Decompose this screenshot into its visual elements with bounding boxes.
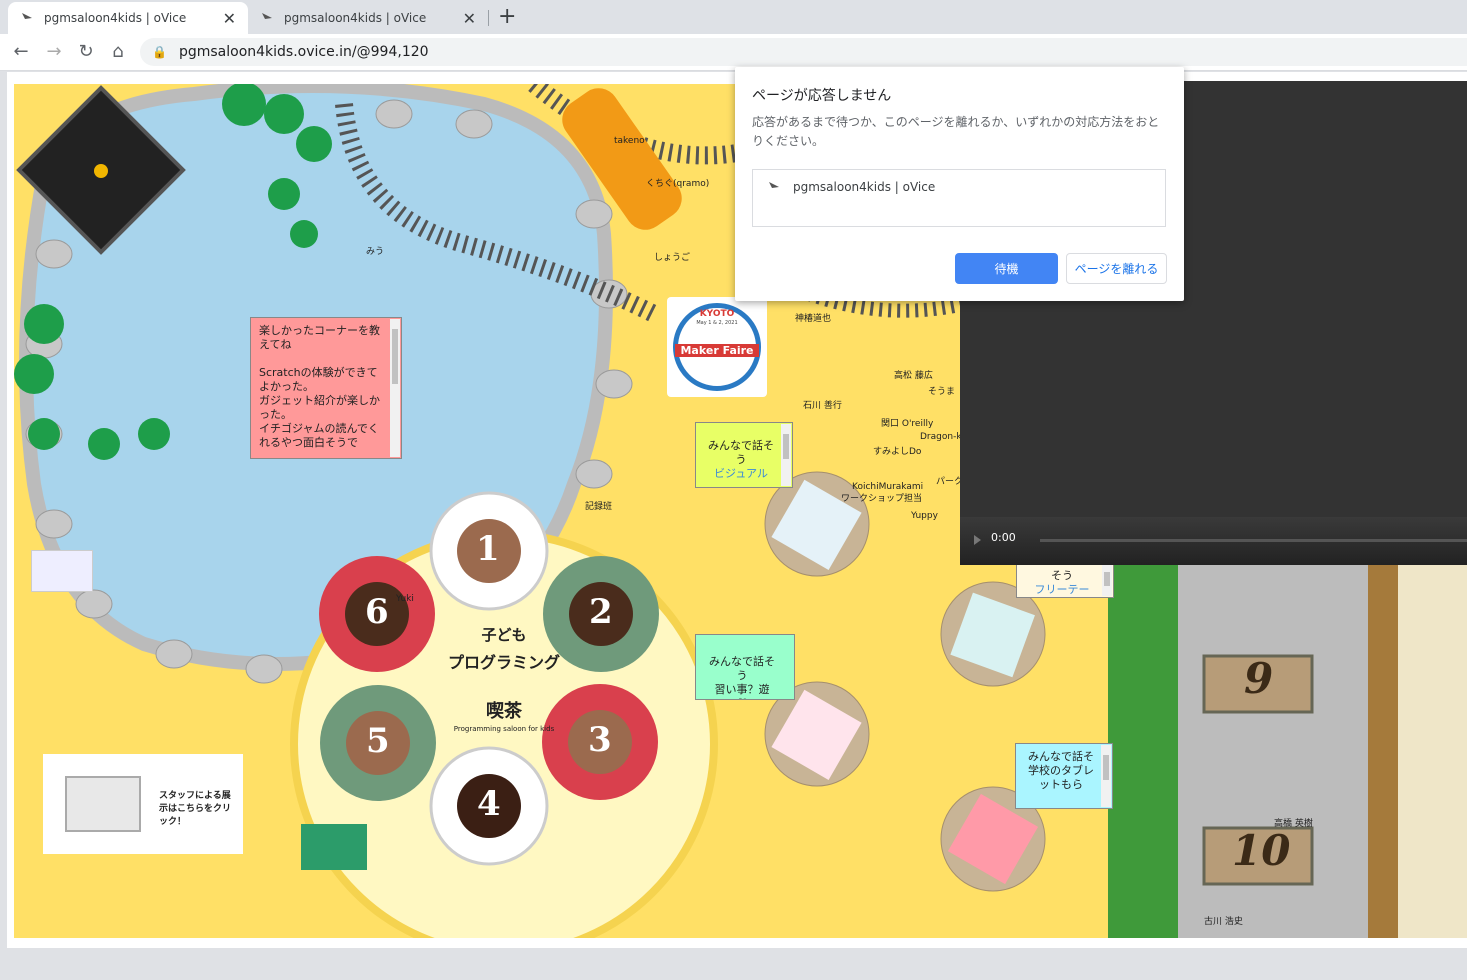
tab-strip: pgmsaloon4kids | oVice ✕ pgmsaloon4kids … [0,0,1467,34]
leave-page-button[interactable]: ページを離れる [1066,253,1167,284]
new-tab-button[interactable]: + [498,4,516,29]
ovice-favicon-icon [22,13,32,19]
cafe-sign: 子ども プログラミング 喫茶 Programming saloon for ki… [439,624,569,733]
dialog-page-item: pgmsaloon4kids | oVice [767,180,935,194]
avatar-label[interactable]: Yuppy [911,511,938,521]
feedback-note-text: 楽しかったコーナーを教えてね Scratchの体験ができてよかった。 ガジェット… [259,324,380,449]
forward-icon[interactable]: → [42,40,66,64]
dialog-title: ページが応答しません [752,88,892,104]
avatar-label[interactable]: 石川 善行 [803,398,842,411]
video-time: 0:00 [991,531,1016,544]
tab-2[interactable]: pgmsaloon4kids | oVice ✕ [248,2,488,34]
table-10-number: 10 [1232,826,1291,875]
staff-banner-text: スタッフによる展示はこちらをクリック！ [159,791,232,827]
dialog-page-list: pgmsaloon4kids | oVice [752,169,1166,227]
cup-2-number: 2 [589,592,613,632]
note-scrollbar[interactable] [781,424,791,486]
hedge [1108,554,1178,938]
avatar-label[interactable]: くちぐ(qramo) [646,176,709,189]
cup-1-number: 1 [476,529,500,569]
cup-6-number: 6 [365,592,389,632]
play-icon[interactable] [974,535,981,545]
maker-faire-badge[interactable]: KYOTO May 1 & 2, 2021 Maker Faire [667,297,767,397]
table-9-number: 9 [1244,654,1274,703]
video-controls: 0:00 [960,517,1467,565]
tatami-area [1398,564,1467,938]
tab-1-title: pgmsaloon4kids | oVice [44,11,187,25]
avatar-label[interactable]: 関口 O'reilly [881,416,933,429]
cup-3-number: 3 [588,720,612,760]
poster-thumbnail[interactable] [301,824,367,870]
avatar-label[interactable]: 古川 浩史 [1204,914,1243,927]
note-scrollbar[interactable] [1101,745,1111,807]
note-scrollbar[interactable] [390,319,400,457]
avatar-label[interactable]: しょうご [654,250,690,263]
avatar-label[interactable]: 高橋 英樹 [1274,816,1313,829]
talk-free-text: そう [1051,569,1073,582]
video-progress[interactable] [1040,539,1467,542]
avatar-label[interactable]: そうま [928,384,955,397]
talk-free-link[interactable]: フリーテー [1025,583,1099,597]
maker-faire-date: May 1 & 2, 2021 [696,320,738,326]
avatar-label[interactable]: パーク [936,474,963,487]
avatar-label[interactable]: ワークショップ担当 [841,491,922,504]
staff-exhibit-banner[interactable]: スタッフによる展示はこちらをクリック！ [43,754,243,854]
talk-tablet-text: みんなで話そ 学校のタブレットもら [1028,750,1094,791]
talk-visual-note[interactable]: みんなで話そう ビジュアル [695,422,793,488]
avatar-label[interactable]: 記録班 [585,499,612,512]
talk-lessons-note[interactable]: みんなで話そう 習い事？遊び？ [695,634,795,700]
dialog-message: 応答があるまで待つか、このページを離れるか、いずれかの対応方法をおとりください。 [752,115,1160,148]
talk-lessons-text: みんなで話そう 習い事？遊び？ [709,655,775,699]
close-icon[interactable]: ✕ [463,9,476,28]
talk-free-note[interactable]: そう フリーテー [1016,560,1114,598]
talk-visual-text: みんなで話そう [708,439,774,466]
avatar-label[interactable]: 高松 藤広 [894,368,933,381]
wait-button[interactable]: 待機 [955,253,1058,284]
reload-icon[interactable]: ↻ [74,40,98,64]
ovice-favicon-icon [769,182,779,188]
screens-icon [65,776,141,832]
avatar-label[interactable]: すみよしDo [873,444,921,457]
talk-tablet-note[interactable]: みんなで話そ 学校のタブレットもら [1015,743,1113,809]
cup-4-number: 4 [477,784,501,824]
home-icon[interactable]: ⌂ [106,40,130,64]
address-bar[interactable]: 🔒 pgmsaloon4kids.ovice.in/@994,120 [140,38,1467,66]
gallery-thumbnail[interactable] [31,550,93,592]
close-icon[interactable]: ✕ [223,9,236,28]
maker-faire-name: Maker Faire [675,344,759,357]
browser-toolbar: ← → ↻ ⌂ 🔒 pgmsaloon4kids.ovice.in/@994,1… [0,34,1467,71]
page-unresponsive-dialog: ページが応答しません 応答があるまで待つか、このページを離れるか、いずれかの対応… [735,67,1184,301]
cafe-sign-line1: 子ども [481,626,527,644]
avatar-label[interactable]: Dragon-k [920,432,962,442]
avatar-label[interactable]: takeno [614,136,645,146]
ovice-favicon-icon [262,13,272,19]
avatar-label[interactable]: みう [366,244,384,257]
tab-separator [488,10,489,26]
url-text: pgmsaloon4kids.ovice.in/@994,120 [178,44,429,60]
tab-2-title: pgmsaloon4kids | oVice [284,11,427,25]
cafe-sign-sub: Programming saloon for kids [453,725,555,733]
cup-5-number: 5 [366,721,390,761]
avatar-label[interactable]: Yuki [396,594,414,604]
feedback-note[interactable]: 楽しかったコーナーを教えてね Scratchの体験ができてよかった。 ガジェット… [250,317,402,459]
tab-1[interactable]: pgmsaloon4kids | oVice ✕ [8,2,248,34]
cafe-sign-line3: 喫茶 [486,701,522,722]
back-icon[interactable]: ← [9,40,33,64]
avatar-label[interactable]: 神椿道也 [795,311,831,324]
cafe-sign-line2: プログラミング [447,653,560,672]
dialog-page-title: pgmsaloon4kids | oVice [793,180,936,194]
talk-visual-link[interactable]: ビジュアル [704,467,778,481]
wood-floor [1368,564,1398,938]
maker-faire-city: KYOTO [699,309,735,319]
note-scrollbar[interactable] [1102,562,1112,596]
lock-icon: 🔒 [152,45,167,59]
